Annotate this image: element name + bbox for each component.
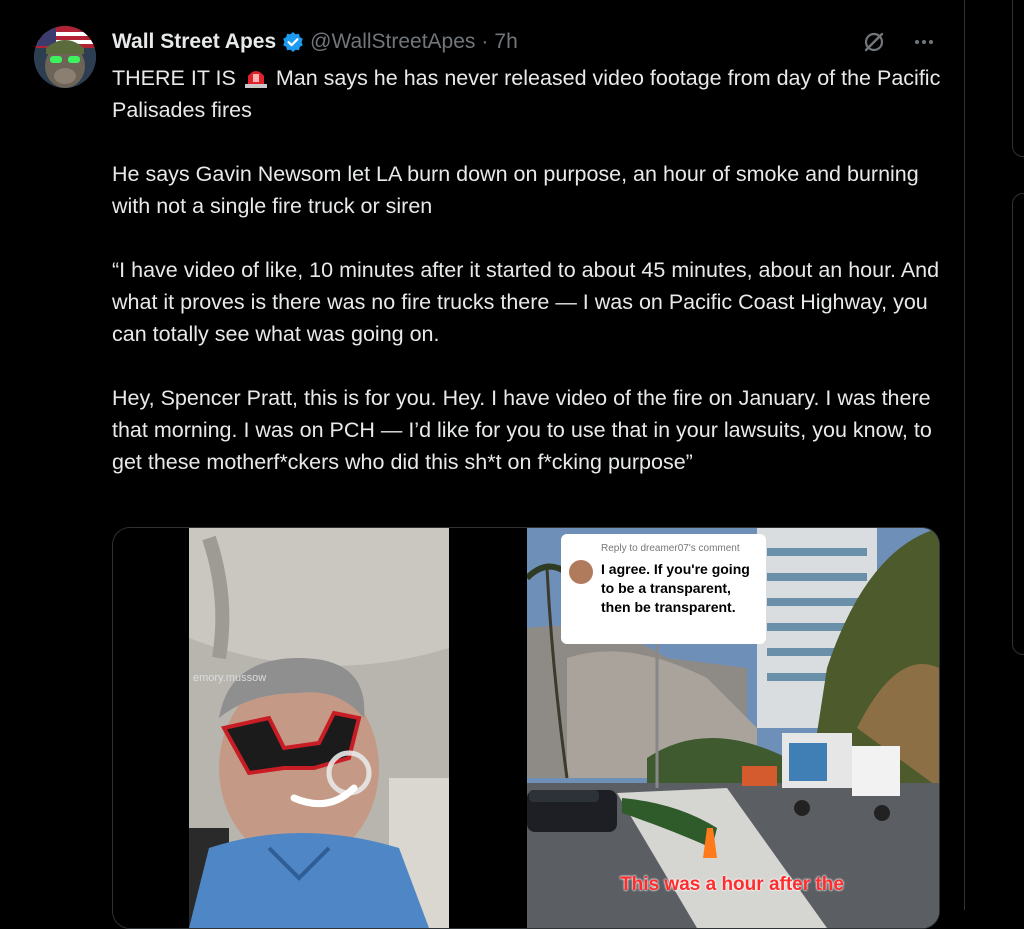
left-video[interactable]: emory.mussow: [113, 528, 523, 928]
verified-badge-icon[interactable]: [282, 31, 304, 53]
tweet-text: THERE IT IS Man says he has never releas…: [112, 62, 942, 478]
right-rail-card-top: [1012, 0, 1024, 157]
tweet-actions: [860, 28, 938, 56]
tweet-paragraph-3: “I have video of like, 10 minutes after …: [112, 258, 940, 346]
timeline-column: Wall Street Apes @WallStreetApes · 7h TH…: [0, 0, 965, 929]
reply-text: I agree. If you're going to be a transpa…: [601, 561, 750, 615]
timestamp[interactable]: 7h: [494, 30, 517, 54]
ape-avatar-image: [34, 26, 96, 88]
tweet-paragraph-4: Hey, Spencer Pratt, this is for you. Hey…: [112, 386, 932, 474]
tweet-media[interactable]: emory.mussow Reply to dreamer07's commen…: [112, 527, 940, 929]
reply-comment-bubble: Reply to dreamer07's comment I agree. If…: [561, 534, 766, 644]
video-caption: This was a hour after the: [620, 874, 844, 895]
commenter-avatar: [569, 560, 593, 584]
left-video-frame: emory.mussow: [189, 528, 449, 928]
user-handle[interactable]: @WallStreetApes: [310, 30, 475, 54]
tweet-paragraph-1-lead: THERE IT IS: [112, 66, 236, 90]
reply-label: Reply to dreamer07's comment: [601, 543, 740, 554]
avatar[interactable]: [34, 26, 96, 88]
tweet-paragraph-1-rest: Man says he has never released video foo…: [112, 66, 941, 122]
right-video[interactable]: Reply to dreamer07's comment I agree. If…: [527, 528, 939, 928]
more-horizontal-icon[interactable]: [910, 28, 938, 56]
video-watermark: emory.mussow: [193, 672, 267, 684]
separator-dot: ·: [481, 30, 489, 53]
grok-icon[interactable]: [860, 28, 888, 56]
display-name[interactable]: Wall Street Apes: [112, 30, 276, 54]
car-interior-image: [189, 528, 449, 928]
rotating-light-emoji: [244, 65, 268, 88]
tweet-paragraph-2: He says Gavin Newsom let LA burn down on…: [112, 162, 919, 218]
tweet-paragraph-1: THERE IT IS Man says he has never releas…: [112, 62, 942, 126]
right-rail-card-bottom: [1012, 193, 1024, 655]
tweet-header: Wall Street Apes @WallStreetApes · 7h: [112, 28, 518, 56]
